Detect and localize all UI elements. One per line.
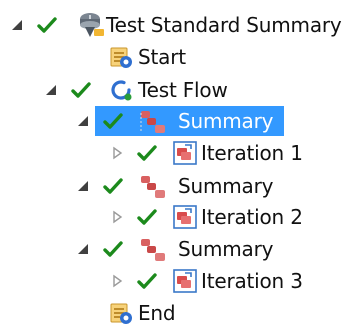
summary-icon	[141, 239, 165, 261]
expanded-arrow-icon[interactable]	[44, 83, 58, 97]
tree-node-end[interactable]: End	[0, 298, 362, 328]
tree-node-test-flow[interactable]: Test Flow	[0, 75, 362, 105]
check-icon	[137, 145, 157, 161]
check-icon	[103, 113, 123, 129]
tree-node-start[interactable]: Start	[0, 42, 362, 72]
iteration-icon	[173, 141, 197, 165]
node-label: Start	[138, 45, 186, 69]
node-label: Summary	[178, 237, 274, 261]
collapsed-arrow-icon[interactable]	[110, 146, 124, 160]
expanded-arrow-icon[interactable]	[76, 114, 90, 128]
check-icon	[103, 241, 123, 257]
collapsed-arrow-icon[interactable]	[110, 274, 124, 288]
node-label: Summary	[178, 109, 274, 133]
start-icon	[110, 47, 132, 68]
node-label: Iteration 3	[201, 269, 303, 293]
expanded-arrow-icon[interactable]	[76, 242, 90, 256]
node-label: Test Standard Summary	[106, 13, 342, 37]
summary-icon	[140, 111, 165, 133]
check-icon	[37, 17, 57, 33]
tree-node-iteration-1[interactable]: Iteration 1	[0, 138, 362, 168]
tree-node-iteration-3[interactable]: Iteration 3	[0, 266, 362, 296]
test-standard-icon	[80, 13, 104, 37]
tree-node-summary-2[interactable]: Summary	[0, 171, 362, 201]
node-label: Iteration 2	[201, 205, 303, 229]
node-label: Summary	[178, 174, 274, 198]
check-icon	[103, 178, 123, 194]
tree-view: Test Standard Summary Start Test Flow Su…	[0, 0, 362, 326]
expanded-arrow-icon[interactable]	[10, 18, 24, 32]
iteration-icon	[173, 269, 197, 293]
collapsed-arrow-icon[interactable]	[110, 210, 124, 224]
expanded-arrow-icon[interactable]	[76, 179, 90, 193]
test-flow-icon	[111, 80, 132, 101]
check-icon	[137, 273, 157, 289]
end-icon	[110, 303, 132, 324]
node-label: Iteration 1	[201, 141, 303, 165]
tree-node-test-standard-summary[interactable]: Test Standard Summary	[0, 10, 362, 40]
check-icon	[71, 82, 91, 98]
node-label: Test Flow	[138, 78, 228, 102]
iteration-icon	[173, 205, 197, 229]
summary-icon	[141, 176, 165, 198]
tree-node-summary-1[interactable]: Summary	[0, 106, 362, 136]
tree-node-summary-3[interactable]: Summary	[0, 234, 362, 264]
check-icon	[137, 209, 157, 225]
node-label: End	[138, 301, 176, 325]
tree-node-iteration-2[interactable]: Iteration 2	[0, 202, 362, 232]
